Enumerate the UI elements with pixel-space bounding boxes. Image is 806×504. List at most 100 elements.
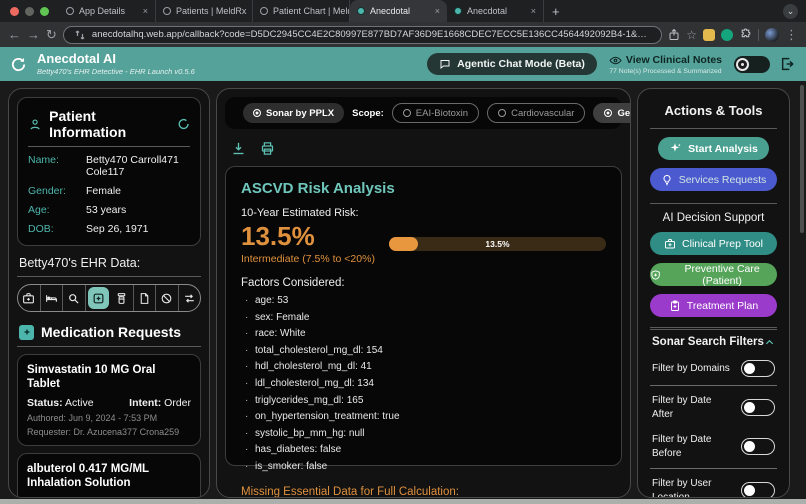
close-tab-icon[interactable]: ×: [435, 6, 440, 16]
filter-date-after-toggle[interactable]: [741, 399, 775, 416]
ascvd-risk-card: ASCVD Risk Analysis 10-Year Estimated Ri…: [225, 166, 622, 497]
chat-mode-label: Agentic Chat Mode (Beta): [457, 58, 585, 70]
ehr-tab-documents-icon[interactable]: [134, 285, 156, 311]
factor-item: total_cholesterol_mg_dl: 154: [241, 343, 606, 360]
theme-toggle[interactable]: [734, 55, 770, 73]
browser-tab-bar: App Details × Patients | MeldRx × Patien…: [0, 0, 806, 22]
minimize-window-button[interactable]: [25, 6, 34, 16]
toggle-knob: [744, 484, 755, 496]
factor-item: sex: Female: [241, 310, 606, 327]
radio-selected-icon: [253, 109, 261, 117]
ehr-tab-medications-plus-icon[interactable]: [87, 287, 109, 309]
factor-item: hdl_cholesterol_mg_dl: 41: [241, 359, 606, 376]
maximize-window-button[interactable]: [40, 6, 49, 16]
browser-toolbar: ← → ↻ anecdotalhq.web.app/callback?code=…: [0, 22, 806, 47]
address-bar[interactable]: anecdotalhq.web.app/callback?code=D5DC29…: [62, 25, 663, 44]
forward-icon[interactable]: →: [27, 28, 40, 41]
anecdotal-favicon: [454, 7, 462, 15]
toggle-knob: [744, 401, 755, 413]
share-icon[interactable]: [668, 28, 680, 41]
medication-intent: Order: [164, 396, 191, 409]
page-scrollbar[interactable]: [800, 85, 804, 233]
missing-data-title: Missing Essential Data for Full Calculat…: [241, 485, 459, 498]
scope-cardiovascular-option[interactable]: Cardiovascular: [487, 103, 586, 123]
print-icon[interactable]: [260, 141, 275, 156]
factors-list: age: 53 sex: Female race: White total_ch…: [241, 293, 606, 476]
close-window-button[interactable]: [10, 6, 19, 16]
sonar-by-pplx-option[interactable]: Sonar by PPLX: [243, 103, 345, 123]
chevron-up-icon[interactable]: [764, 337, 775, 348]
anecdotal-favicon: [357, 7, 365, 15]
factor-item: systolic_bp_mm_hg: null: [241, 426, 606, 443]
factor-item: on_hypertension_treatment: true: [241, 409, 606, 426]
site-settings-icon[interactable]: [74, 29, 86, 41]
toggle-knob: [744, 440, 755, 452]
profile-avatar[interactable]: [765, 27, 779, 42]
ehr-tab-conditions-medkit-icon[interactable]: [18, 285, 41, 311]
close-tab-icon[interactable]: ×: [531, 6, 536, 16]
ai-decision-support-title: AI Decision Support: [662, 212, 765, 224]
filter-date-before-toggle[interactable]: [741, 438, 775, 455]
tab-label: Patient Chart | MeldRx: [273, 6, 349, 16]
preventive-care-button[interactable]: Preventive Care (Patient): [650, 263, 777, 287]
filter-user-location-toggle[interactable]: [741, 482, 775, 497]
clinical-prep-tool-button[interactable]: Clinical Prep Tool: [650, 232, 777, 255]
ehr-tab-prescriptions-bottle-icon[interactable]: [111, 285, 134, 311]
filter-label: Filter by Date Before: [652, 434, 712, 459]
toggle-knob: [744, 362, 755, 374]
browser-menu-icon[interactable]: ⋮: [785, 28, 798, 41]
back-icon[interactable]: ←: [8, 28, 21, 41]
ehr-tab-observations-search-icon[interactable]: [63, 285, 86, 311]
eye-icon: [609, 56, 622, 64]
download-icon[interactable]: [231, 141, 246, 156]
clinical-notes-subtext: 77 Note(s) Processed & Summarized: [609, 67, 722, 75]
refresh-patient-icon[interactable]: [177, 117, 190, 131]
treatment-plan-button[interactable]: Treatment Plan: [650, 294, 777, 317]
notes-extension-icon[interactable]: [703, 28, 715, 41]
grammarly-extension-icon[interactable]: [721, 28, 733, 41]
filter-row-date-before: Filter by Date Before: [650, 427, 777, 466]
medication-intent: Order: [164, 496, 191, 498]
meldrx-favicon: [260, 7, 268, 15]
sparkle-icon: [670, 143, 681, 152]
medication-card-albuterol[interactable]: albuterol 0.417 MG/ML Inhalation Solutio…: [17, 452, 201, 498]
ehr-tab-allergies-ban-icon[interactable]: [156, 285, 179, 311]
factor-item: race: White: [241, 326, 606, 343]
tab-app-details[interactable]: App Details ×: [59, 0, 156, 22]
shield-plus-icon: [651, 269, 660, 280]
sonar-search-filters-header[interactable]: Sonar Search Filters: [652, 336, 775, 348]
agentic-chat-mode-button[interactable]: Agentic Chat Mode (Beta): [427, 53, 597, 75]
tab-anecdotal[interactable]: Anecdotal ×: [447, 0, 544, 22]
tab-patient-chart-meldrx[interactable]: Patient Chart | MeldRx ×: [253, 0, 350, 22]
tab-patients-meldrx[interactable]: Patients | MeldRx ×: [156, 0, 253, 22]
start-analysis-button[interactable]: Start Analysis: [657, 137, 770, 160]
tab-search-chevron-icon[interactable]: ⌄: [783, 3, 798, 19]
services-requests-button[interactable]: Services Requests: [650, 168, 777, 191]
factor-item: has_diabetes: false: [241, 442, 606, 459]
medication-card-simvastatin[interactable]: Simvastatin 10 MG Oral Tablet Status: Ac…: [17, 354, 201, 446]
window-controls[interactable]: [0, 6, 59, 16]
view-clinical-notes[interactable]: View Clinical Notes 77 Note(s) Processed…: [609, 54, 722, 75]
medication-icon: [19, 324, 34, 340]
close-tab-icon[interactable]: ×: [143, 6, 148, 16]
scope-general-option[interactable]: General: [593, 103, 630, 123]
scope-eai-biotoxin-option[interactable]: EAI-Biotoxin: [391, 103, 480, 123]
refresh-icon[interactable]: [10, 56, 27, 73]
reload-icon[interactable]: ↻: [46, 28, 57, 41]
model-label: Sonar by PPLX: [266, 107, 335, 119]
new-tab-button[interactable]: +: [544, 4, 568, 19]
medication-requests-title: Medication Requests: [41, 324, 182, 340]
radio-icon: [402, 109, 411, 117]
patient-info-title: Patient Information: [49, 108, 127, 140]
logout-icon[interactable]: [780, 56, 796, 72]
filter-domains-toggle[interactable]: [741, 360, 775, 377]
risk-progress-bar: 13.5%: [388, 237, 606, 251]
tab-anecdotal-active[interactable]: Anecdotal ×: [350, 0, 447, 22]
bookmark-star-icon[interactable]: ☆: [686, 29, 697, 41]
url-text[interactable]: anecdotalhq.web.app/callback?code=D5DC29…: [92, 29, 651, 40]
ehr-tab-encounters-bed-icon[interactable]: [41, 285, 63, 311]
extensions-puzzle-icon[interactable]: [739, 28, 752, 41]
clipboard-icon: [670, 300, 679, 311]
ehr-tab-more-swap-icon[interactable]: [179, 285, 201, 311]
toolbar-divider: [758, 28, 759, 41]
